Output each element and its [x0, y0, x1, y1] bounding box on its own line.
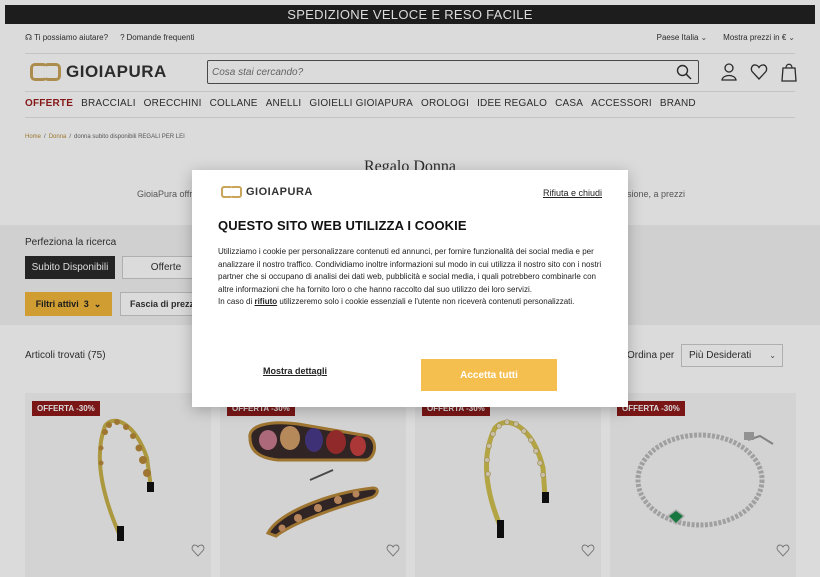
refuse-link[interactable]: rifiuto [254, 297, 277, 306]
logo-mark-icon [221, 186, 243, 198]
dialog-title: QUESTO SITO WEB UTILIZZA I COOKIE [218, 218, 467, 233]
dialog-logo: GIOIAPURA [221, 186, 313, 198]
show-details-link[interactable]: Mostra dettagli [263, 366, 327, 376]
dialog-body: Utilizziamo i cookie per personalizzare … [218, 247, 602, 306]
cookie-consent-dialog: GIOIAPURA Rifiuta e chiudi QUESTO SITO W… [192, 170, 628, 407]
refuse-close-link[interactable]: Rifiuta e chiudi [543, 188, 602, 198]
accept-all-button[interactable]: Accetta tutti [421, 359, 557, 391]
